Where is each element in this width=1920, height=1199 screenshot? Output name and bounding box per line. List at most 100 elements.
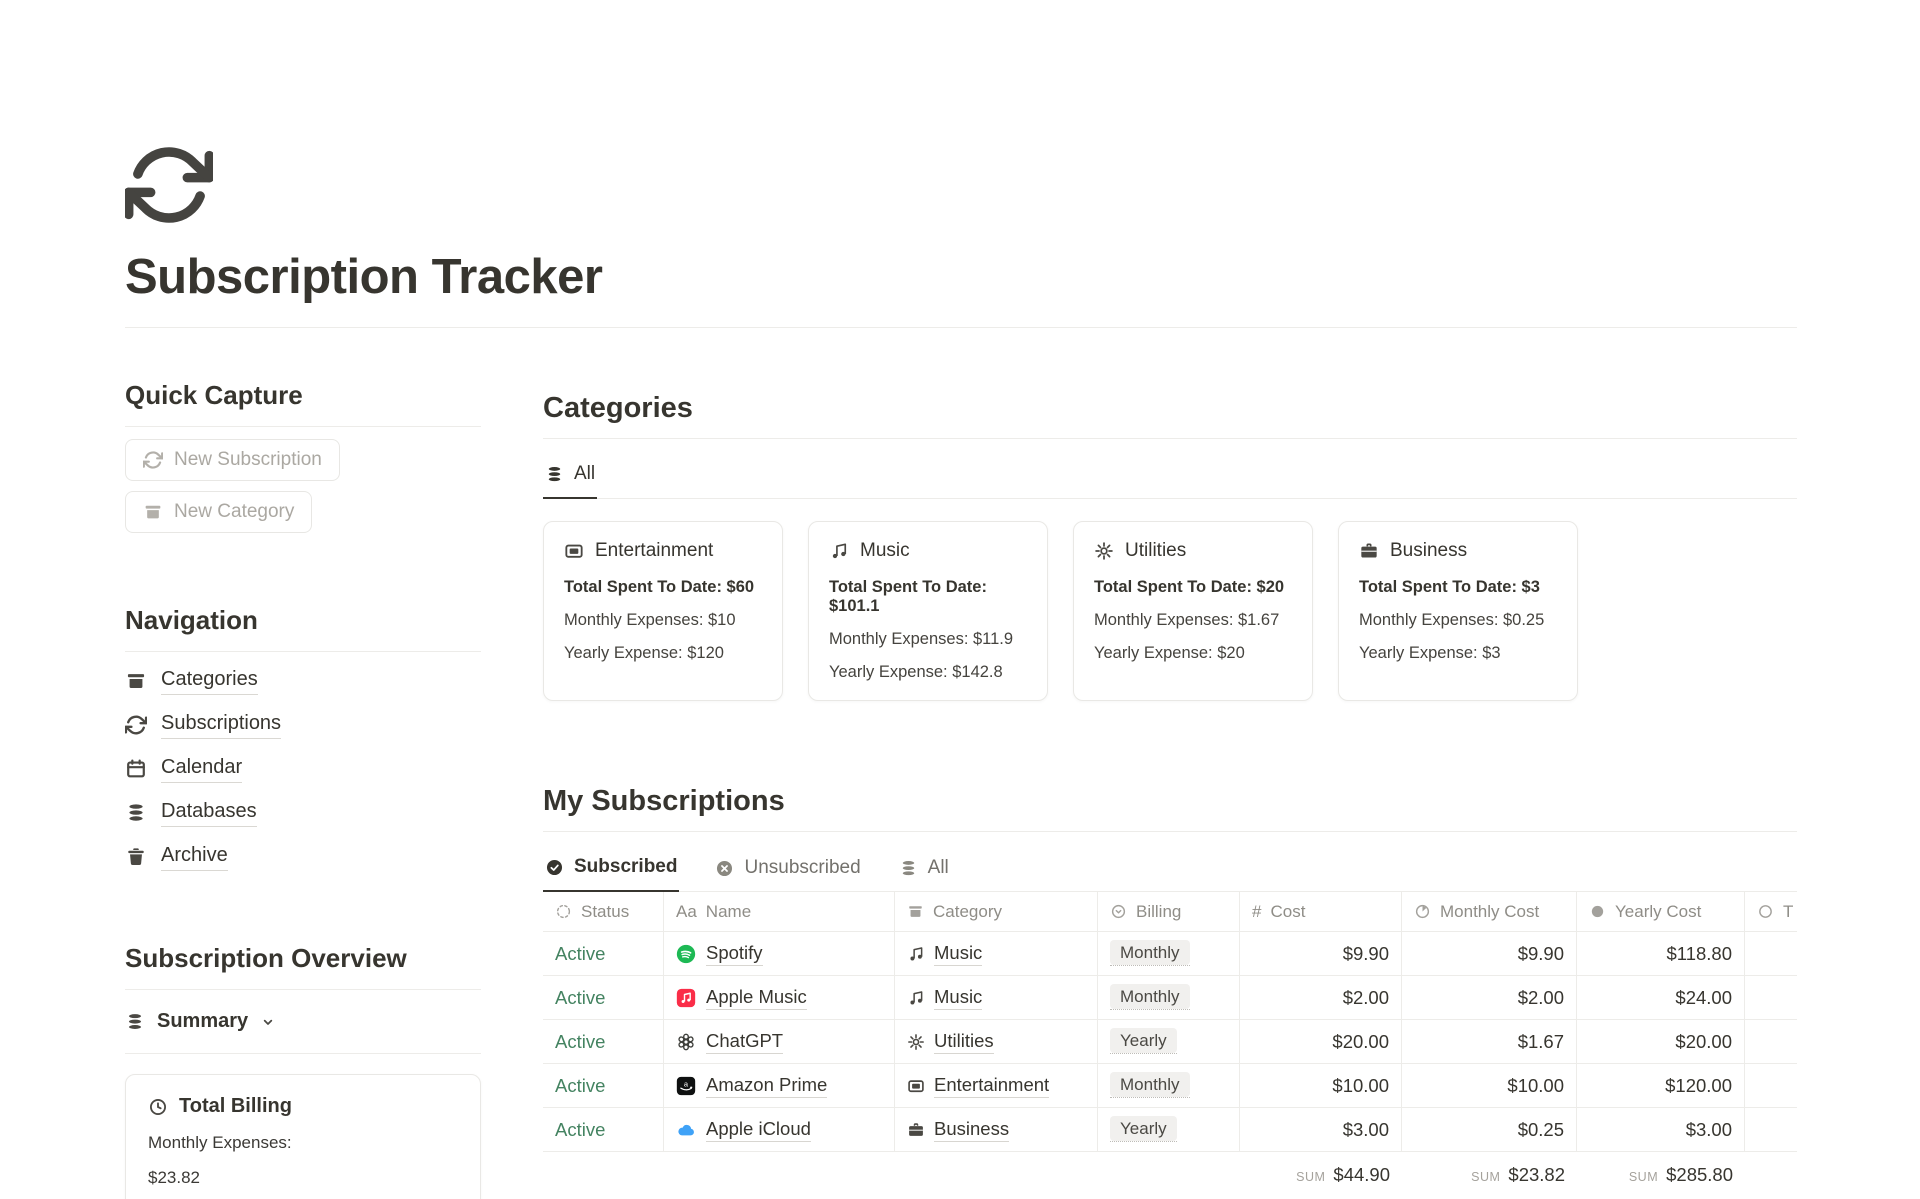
status-value: Active: [555, 1031, 605, 1053]
subs-tab-unsubscribed[interactable]: Unsubscribed: [713, 856, 862, 892]
card-total-spent: Total Spent To Date: $101.1: [829, 578, 1027, 616]
billing-card-title: Total Billing: [179, 1095, 292, 1118]
category-link[interactable]: Utilities: [934, 1030, 994, 1054]
category-card-music[interactable]: Music Total Spent To Date: $101.1 Monthly …: [808, 521, 1048, 701]
subs-tab-subscribed[interactable]: Subscribed: [543, 856, 679, 892]
cost-value: $9.90: [1240, 932, 1402, 975]
yearly-cost-value: $3.00: [1577, 1108, 1745, 1151]
table-row-chatgpt[interactable]: ActiveChatGPTUtilitiesYearly$20.00$1.67$…: [543, 1020, 1797, 1064]
spotify-logo: [676, 944, 696, 964]
aa-icon: Aa: [676, 903, 697, 920]
card-monthly-expenses: Monthly Expenses: $10: [564, 611, 762, 630]
nav-label: Calendar: [161, 754, 242, 783]
category-link[interactable]: Music: [934, 942, 982, 966]
card-monthly-expenses: Monthly Expenses: $11.9: [829, 630, 1027, 649]
monthly-cost-value: $0.25: [1402, 1108, 1577, 1151]
subscriptions-table: Status Aa Name CategoryBilling#Cost Monthly …: [543, 892, 1797, 1198]
tv-icon: [564, 541, 584, 561]
card-name: Business: [1390, 540, 1467, 562]
sidebar-item-databases[interactable]: Databases: [125, 798, 481, 827]
column-label: Name: [706, 902, 751, 922]
card-yearly-expense: Yearly Expense: $120: [564, 644, 762, 663]
categories-tab-all[interactable]: All: [543, 463, 597, 499]
sidebar: Quick Capture New SubscriptionNew Catego…: [125, 380, 481, 1199]
column-header-billing[interactable]: Billing: [1098, 892, 1240, 931]
sidebar-item-categories[interactable]: Categories: [125, 666, 481, 695]
music-note-icon: [907, 989, 925, 1007]
pie-icon: [1414, 903, 1431, 920]
button-label: New Category: [174, 501, 294, 523]
category-card-business[interactable]: BusinessTotal Spent To Date: $3Monthly E…: [1338, 521, 1578, 701]
sidebar-item-archive[interactable]: Archive: [125, 842, 481, 871]
subscription-name-link[interactable]: Apple Music: [706, 986, 807, 1010]
column-header-name[interactable]: Aa Name: [664, 892, 895, 931]
filled-circle-icon: [1589, 903, 1606, 920]
category-link[interactable]: Business: [934, 1118, 1009, 1142]
subscription-name-link[interactable]: Amazon Prime: [706, 1074, 827, 1098]
new-subscription-button[interactable]: New Subscription: [125, 439, 340, 481]
subscriptions-heading: My Subscriptions: [543, 785, 1797, 818]
tab-label: Subscribed: [574, 856, 677, 878]
status-value: Active: [555, 943, 605, 965]
database-icon: [545, 465, 564, 484]
subscription-name-link[interactable]: Spotify: [706, 942, 763, 966]
column-header-yearly-cost[interactable]: Yearly Cost: [1577, 892, 1745, 931]
x-circle-icon: [715, 859, 734, 878]
archive-box-icon: [907, 903, 924, 920]
category-link[interactable]: Entertainment: [934, 1074, 1049, 1098]
table-row-apple-music[interactable]: ActiveApple MusicMusicMonthly$2.00$2.00$…: [543, 976, 1797, 1020]
column-label: Yearly Cost: [1615, 902, 1701, 922]
yearly-cost-value: $24.00: [1577, 976, 1745, 1019]
category-link[interactable]: Music: [934, 986, 982, 1010]
database-icon: [125, 802, 147, 824]
column-label: T: [1783, 902, 1793, 922]
divider: [125, 1053, 481, 1054]
calendar-icon: [125, 758, 147, 780]
card-yearly-expense: Yearly Expense: $142.8: [829, 663, 1027, 682]
database-icon: [899, 859, 918, 878]
table-row-spotify[interactable]: ActiveSpotifyMusicMonthly$9.90$9.90$118.…: [543, 932, 1797, 976]
card-yearly-expense: Yearly Expense: $20: [1094, 644, 1292, 663]
page-title: Subscription Tracker: [125, 249, 1797, 305]
nav-label: Archive: [161, 842, 228, 871]
navigation-heading: Navigation: [125, 605, 481, 636]
card-yearly-expense: Yearly Expense: $3: [1359, 644, 1557, 663]
table-row-amazon-prime[interactable]: ActiveaAmazon PrimeEntertainmentMonthly$…: [543, 1064, 1797, 1108]
card-name: Music: [860, 540, 910, 562]
card-total-spent: Total Spent To Date: $20: [1094, 578, 1292, 597]
sidebar-item-calendar[interactable]: Calendar: [125, 754, 481, 783]
nav-label: Subscriptions: [161, 710, 281, 739]
overview-heading: Subscription Overview: [125, 943, 481, 974]
category-card-utilities[interactable]: UtilitiesTotal Spent To Date: $20Monthly…: [1073, 521, 1313, 701]
summary-label: Summary: [157, 1010, 248, 1033]
column-header-monthly-cost[interactable]: Monthly Cost: [1402, 892, 1577, 931]
cost-value: $3.00: [1240, 1108, 1402, 1151]
subs-tab-all[interactable]: All: [897, 856, 951, 892]
sidebar-item-subscriptions[interactable]: Subscriptions: [125, 710, 481, 739]
hash-icon: #: [1252, 903, 1261, 920]
column-header-cost[interactable]: #Cost: [1240, 892, 1402, 931]
column-header-status[interactable]: Status: [543, 892, 664, 931]
category-card-entertainment[interactable]: EntertainmentTotal Spent To Date: $60Mon…: [543, 521, 783, 701]
gear-icon: [1094, 541, 1114, 561]
column-sum: SUM$285.80: [1577, 1164, 1745, 1186]
column-sum: SUM$23.82: [1402, 1164, 1577, 1186]
billing-line: Monthly Expenses:: [148, 1133, 458, 1153]
new-category-button[interactable]: New Category: [125, 491, 312, 533]
main-content: Categories All EntertainmentTotal Spent …: [543, 380, 1797, 1199]
total-billing-card[interactable]: Total Billing Monthly Expenses:$23.82Yea…: [125, 1074, 481, 1199]
column-label: Monthly Cost: [1440, 902, 1539, 922]
notion-page: Subscription Tracker Quick Capture New S…: [0, 0, 1920, 1199]
monthly-cost-value: $9.90: [1402, 932, 1577, 975]
billing-tag: Yearly: [1110, 1028, 1177, 1053]
table-row-apple-icloud[interactable]: ActiveApple iCloudBusinessYearly$3.00$0.…: [543, 1108, 1797, 1152]
column-header-category[interactable]: Category: [895, 892, 1098, 931]
column-header-t[interactable]: T: [1745, 892, 1797, 931]
page-icon-refresh[interactable]: [125, 141, 213, 229]
subscription-name-link[interactable]: Apple iCloud: [706, 1118, 811, 1142]
subscriptions-tabbar: Subscribed Unsubscribed All: [543, 832, 1797, 892]
billing-line: $23.82: [148, 1168, 458, 1188]
summary-view-toggle[interactable]: Summary: [125, 1010, 481, 1033]
subscription-name-link[interactable]: ChatGPT: [706, 1030, 783, 1054]
briefcase-icon: [907, 1121, 925, 1139]
